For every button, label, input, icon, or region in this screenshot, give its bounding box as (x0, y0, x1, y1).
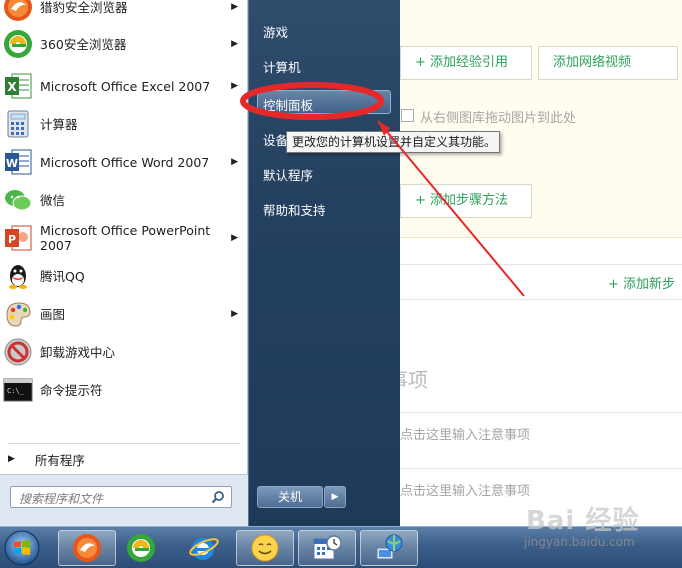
cmd-icon: C:\_ (2, 374, 34, 406)
watermark-url: jingyan.baidu.com (524, 535, 635, 549)
submenu-arrow-icon: ▶ (231, 2, 238, 12)
add-step-method-button[interactable]: + 添加步骤方法 (400, 184, 532, 218)
notes-divider (398, 412, 682, 413)
program-item-calculator[interactable]: 计算器 (2, 106, 246, 142)
program-label: 计算器 (40, 116, 78, 132)
menu-item-default-programs[interactable]: 默认程序 (263, 165, 313, 184)
start-search-input[interactable]: 搜索程序和文件 (10, 486, 232, 508)
menu-item-games[interactable]: 游戏 (263, 22, 288, 41)
program-item-paint[interactable]: 画图 ▶ (2, 296, 246, 332)
excel-icon: X (2, 70, 34, 102)
submenu-arrow-icon: ▶ (231, 157, 238, 167)
program-item-cmd[interactable]: C:\_ 命令提示符 (2, 372, 246, 408)
program-label: 命令提示符 (40, 382, 103, 398)
program-label: 微信 (40, 192, 66, 208)
new-step-row: + 添加新步 (398, 264, 682, 300)
program-item-word[interactable]: W Microsoft Office Word 2007 ▶ (2, 144, 246, 180)
program-item-powerpoint[interactable]: P Microsoft Office PowerPoint 2007 ▶ (2, 220, 246, 256)
wechat-icon (2, 184, 34, 216)
menu-separator (8, 443, 240, 444)
program-item-360-browser[interactable]: 360安全浏览器 ▶ (2, 26, 246, 62)
360-browser-icon (127, 534, 155, 562)
submenu-arrow-icon: ▶ (231, 309, 238, 319)
submenu-arrow-icon: ▶ (231, 39, 238, 49)
all-programs-label: 所有程序 (34, 452, 85, 468)
menu-item-computer[interactable]: 计算机 (263, 57, 301, 76)
svg-text:X: X (7, 80, 17, 94)
menu-item-devices[interactable]: 设备 (263, 130, 288, 149)
search-icon[interactable] (211, 490, 225, 507)
taskbar-item-ie[interactable] (174, 530, 232, 566)
start-menu-programs-pane: 猎豹安全浏览器 ▶ 360安全浏览器 ▶ X Microsoft Office … (0, 0, 248, 526)
watermark-logo: Bai 经验 (526, 506, 640, 536)
start-button[interactable] (2, 528, 42, 568)
all-programs-button[interactable]: ▶ 所有程序 (8, 450, 240, 468)
program-item-wechat[interactable]: 微信 (2, 182, 246, 218)
add-new-step-button[interactable]: + 添加新步 (608, 273, 675, 292)
360-browser-icon (2, 28, 34, 60)
expand-arrow-icon: ▶ (8, 454, 15, 464)
submenu-arrow-icon: ▶ (231, 233, 238, 243)
drag-hint: 从右侧图库拖动图片到此处 (420, 111, 577, 126)
cheetah-browser-icon (73, 534, 101, 562)
emoticon-icon (251, 534, 279, 562)
start-menu-system-pane: 游戏 计算机 控制面板 设备 默认程序 帮助和支持 关机 ▶ (248, 0, 400, 526)
calendar-clock-icon (313, 535, 342, 560)
program-label: Microsoft Office Word 2007 (40, 154, 210, 170)
paint-icon (2, 298, 34, 330)
add-experience-ref-button[interactable]: + 添加经验引用 (400, 46, 532, 80)
svg-text:P: P (8, 233, 16, 246)
svg-text:W: W (6, 157, 18, 170)
program-label: 猎豹安全浏览器 (40, 0, 128, 15)
word-icon: W (2, 146, 34, 178)
windows-logo-icon (4, 530, 40, 566)
program-label: 腾讯QQ (40, 268, 85, 284)
qq-icon (2, 260, 34, 292)
uninstall-game-icon (2, 336, 34, 368)
program-item-excel[interactable]: X Microsoft Office Excel 2007 ▶ (2, 68, 246, 104)
program-label: 360安全浏览器 (40, 36, 127, 52)
shutdown-button[interactable]: 关机 (257, 486, 323, 508)
ie-icon (189, 538, 219, 560)
program-label: Microsoft Office Excel 2007 (40, 78, 211, 94)
powerpoint-icon: P (2, 222, 34, 254)
add-network-video-button[interactable]: 添加网络视频 (538, 46, 678, 80)
program-item-cheetah-browser[interactable]: 猎豹安全浏览器 ▶ (2, 0, 246, 25)
taskbar-item-calendar-clock[interactable] (298, 530, 356, 566)
network-globe-icon (376, 534, 403, 560)
program-label: 卸载游戏中心 (40, 344, 116, 360)
control-panel-tooltip: 更改您的计算机设置并自定义其功能。 (286, 131, 500, 153)
menu-item-help-support[interactable]: 帮助和支持 (263, 200, 326, 219)
search-placeholder: 搜索程序和文件 (19, 492, 104, 506)
taskbar-item-emoticon[interactable] (236, 530, 294, 566)
shutdown-options-arrow-icon[interactable]: ▶ (324, 486, 346, 508)
taskbar-item-cheetah-browser[interactable] (58, 530, 116, 566)
menu-item-control-panel[interactable]: 控制面板 (263, 95, 313, 114)
submenu-arrow-icon: ▶ (231, 81, 238, 91)
program-item-qq[interactable]: 腾讯QQ (2, 258, 246, 294)
taskbar-item-360-browser[interactable] (112, 530, 170, 566)
note-input-2[interactable]: 点击这里输入注意事项 (400, 480, 530, 499)
calculator-icon (2, 108, 34, 140)
start-menu: 猎豹安全浏览器 ▶ 360安全浏览器 ▶ X Microsoft Office … (0, 0, 400, 526)
program-label: Microsoft Office PowerPoint 2007 (40, 223, 211, 253)
svg-text:C:\_: C:\_ (7, 387, 25, 395)
taskbar-item-network[interactable] (360, 530, 418, 566)
program-item-uninstall-game[interactable]: 卸载游戏中心 (2, 334, 246, 370)
program-label: 画图 (40, 306, 66, 322)
cheetah-browser-icon (2, 0, 34, 23)
note-input-1[interactable]: 点击这里输入注意事项 (400, 424, 530, 443)
baidu-jingyan-watermark: Bai 经验 jingyan.baidu.com (520, 500, 680, 560)
drag-checkbox[interactable] (401, 109, 414, 122)
notes-divider (398, 468, 682, 469)
